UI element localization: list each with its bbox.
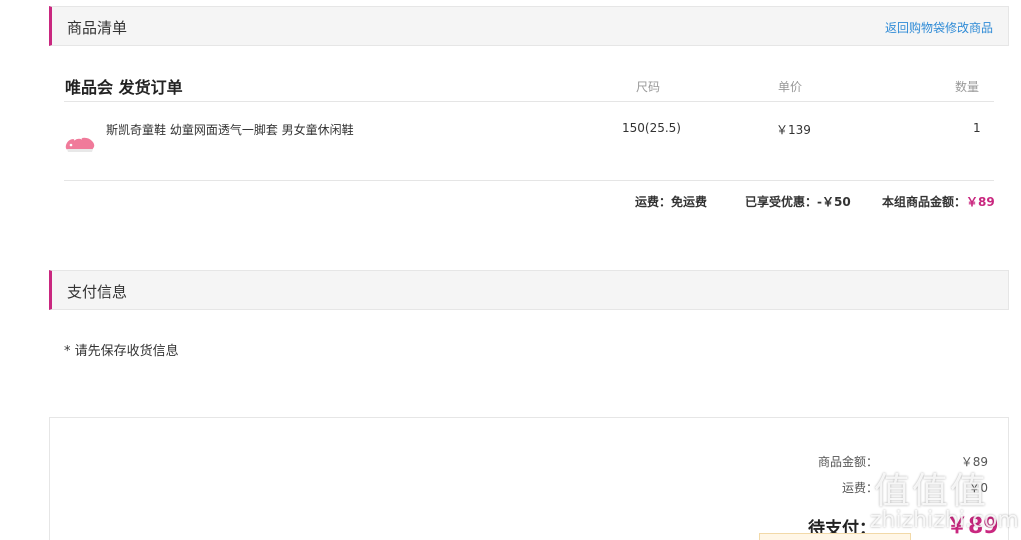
required-mark: *	[64, 344, 71, 359]
row-divider	[64, 180, 994, 181]
shipping-total-label: 运费：	[841, 481, 878, 495]
submit-order-button[interactable]	[759, 533, 911, 540]
product-quantity: 1	[973, 121, 981, 135]
shipping-label: 运费：	[635, 195, 672, 209]
group-total-value: ￥89	[966, 195, 995, 209]
header-divider	[64, 101, 994, 102]
save-address-notice: * 请先保存收货信息	[64, 340, 179, 359]
column-header-price: 单价	[778, 80, 803, 94]
product-size: 150(25.5)	[622, 121, 681, 135]
payment-section-header: 支付信息	[49, 270, 1009, 310]
goods-section-title: 商品清单	[67, 19, 128, 37]
goods-amount-label: 商品金额：	[817, 455, 878, 469]
payment-section-title: 支付信息	[67, 283, 128, 301]
goods-amount-value: ￥89	[960, 455, 988, 469]
goods-section-header: 商品清单 返回购物袋修改商品	[49, 6, 1009, 46]
back-to-cart-link[interactable]: 返回购物袋修改商品	[885, 19, 993, 36]
group-total-label: 本组商品金额：	[882, 195, 967, 209]
discount-summary: 已享受优惠：-￥50	[745, 193, 851, 210]
order-title: 唯品会 发货订单	[65, 78, 183, 97]
shipping-summary: 运费：免运费	[635, 193, 707, 210]
column-header-size: 尺码	[636, 80, 661, 94]
notice-text: 请先保存收货信息	[74, 344, 179, 359]
discount-label: 已享受优惠：	[745, 195, 818, 209]
column-header-quantity: 数量	[955, 80, 980, 94]
pink-shoe-icon[interactable]	[64, 125, 96, 157]
pay-amount-value: ￥89	[946, 514, 999, 539]
shipping-value: 免运费	[671, 195, 708, 209]
shipping-total-value: ￥0	[968, 481, 988, 495]
discount-value: -￥50	[817, 195, 851, 209]
group-total-summary: 本组商品金额：￥89	[882, 193, 995, 210]
product-name-link[interactable]: 斯凯奇童鞋 幼童网面透气一脚套 男女童休闲鞋	[106, 121, 354, 138]
product-price: ￥139	[776, 123, 811, 137]
